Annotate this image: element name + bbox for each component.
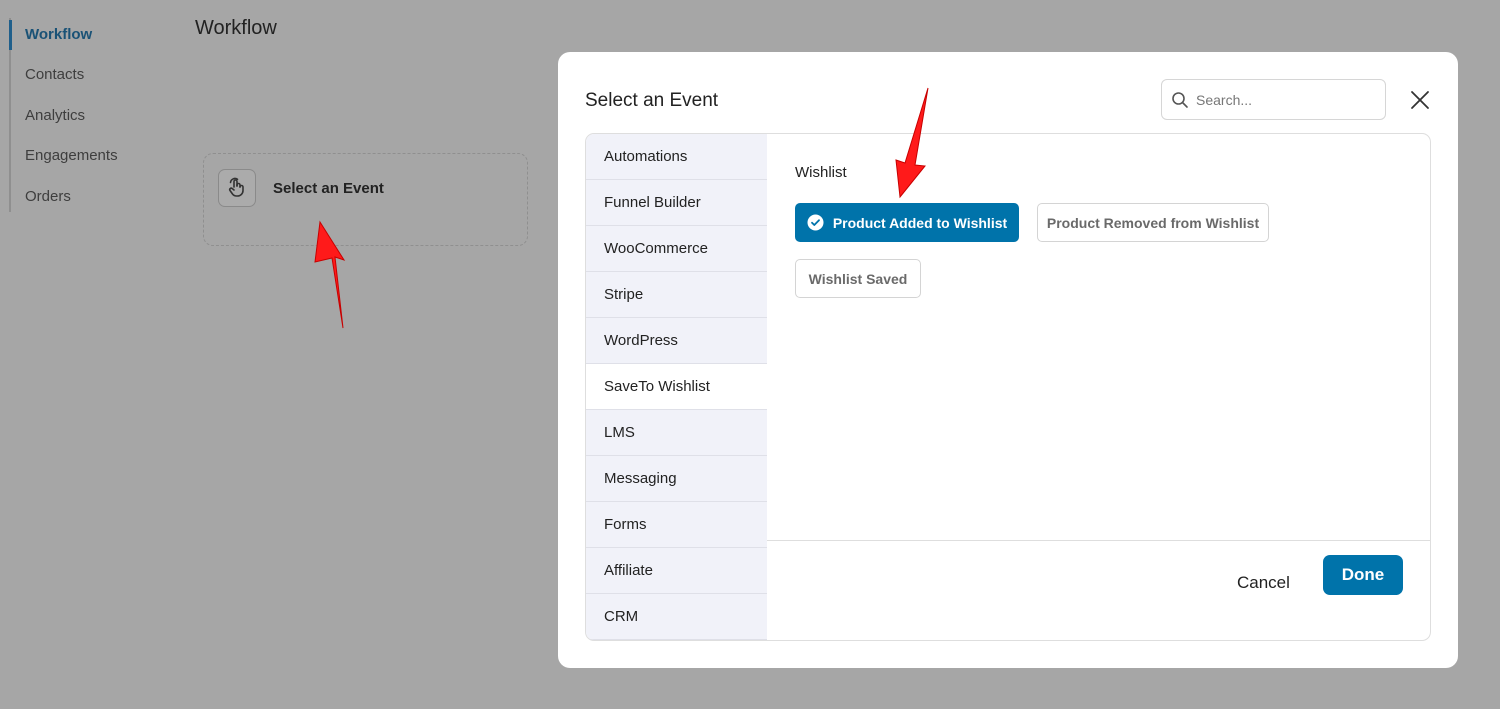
category-automations[interactable]: Automations — [586, 134, 767, 180]
events-area: Wishlist Product Added to Wishlist Produ… — [767, 134, 1430, 540]
category-saveto-wishlist[interactable]: SaveTo Wishlist — [586, 364, 767, 410]
sidebar-active-indicator — [9, 20, 12, 50]
cancel-button[interactable]: Cancel — [1237, 573, 1290, 593]
sidebar-item-workflow[interactable]: Workflow — [25, 26, 92, 43]
close-button[interactable] — [1408, 88, 1432, 112]
search-box[interactable] — [1161, 79, 1386, 120]
event-label: Wishlist Saved — [808, 270, 908, 287]
event-product-removed-from-wishlist[interactable]: Product Removed from Wishlist — [1037, 203, 1269, 242]
category-forms[interactable]: Forms — [586, 502, 767, 548]
category-crm[interactable]: CRM — [586, 594, 767, 640]
sidebar-item-contacts[interactable]: Contacts — [25, 66, 84, 83]
select-event-label: Select an Event — [273, 180, 384, 197]
category-affiliate[interactable]: Affiliate — [586, 548, 767, 594]
modal-footer: Cancel Done — [767, 540, 1430, 640]
event-picker-panel: Automations Funnel Builder WooCommerce S… — [585, 133, 1431, 641]
category-wordpress[interactable]: WordPress — [586, 318, 767, 364]
event-group-title: Wishlist — [795, 164, 847, 181]
select-event-modal: Select an Event Automations Funnel Build… — [558, 52, 1458, 668]
search-input[interactable] — [1196, 87, 1376, 113]
modal-title: Select an Event — [585, 90, 719, 111]
close-icon — [1411, 91, 1429, 109]
sidebar-item-analytics[interactable]: Analytics — [25, 107, 85, 124]
hand-pointer-icon — [218, 169, 256, 207]
category-list: Automations Funnel Builder WooCommerce S… — [586, 134, 767, 640]
sidebar-item-engagements[interactable]: Engagements — [25, 147, 118, 164]
event-wishlist-saved[interactable]: Wishlist Saved — [795, 259, 921, 298]
event-product-added-to-wishlist[interactable]: Product Added to Wishlist — [795, 203, 1019, 242]
category-woocommerce[interactable]: WooCommerce — [586, 226, 767, 272]
page-title: Workflow — [195, 17, 277, 39]
sidebar: Workflow Contacts Analytics Engagements … — [0, 0, 180, 709]
category-lms[interactable]: LMS — [586, 410, 767, 456]
check-circle-icon — [807, 214, 824, 231]
search-icon — [1172, 92, 1188, 108]
done-button[interactable]: Done — [1323, 555, 1403, 595]
event-label: Product Removed from Wishlist — [1046, 214, 1260, 231]
sidebar-item-orders[interactable]: Orders — [25, 188, 71, 205]
category-messaging[interactable]: Messaging — [586, 456, 767, 502]
event-label: Product Added to Wishlist — [832, 214, 1008, 231]
select-event-trigger-card[interactable]: Select an Event — [203, 153, 528, 246]
category-funnel-builder[interactable]: Funnel Builder — [586, 180, 767, 226]
category-stripe[interactable]: Stripe — [586, 272, 767, 318]
